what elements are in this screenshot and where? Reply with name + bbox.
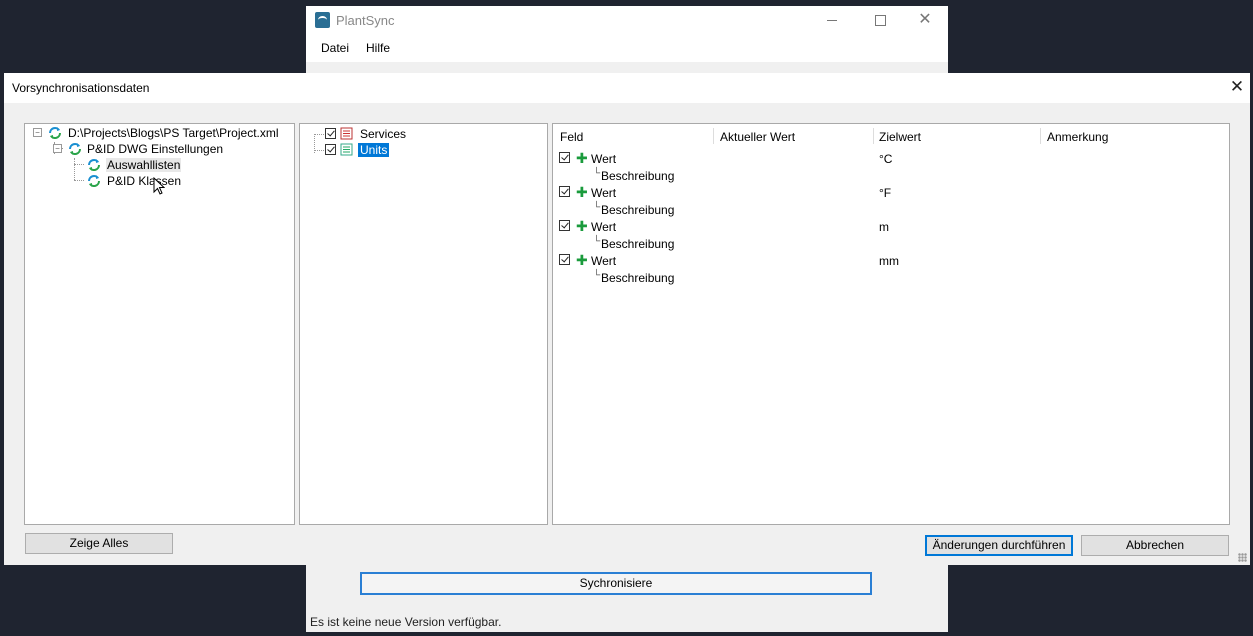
row-checkbox[interactable] — [559, 254, 570, 265]
row-field: Wert — [591, 152, 617, 166]
apply-changes-button[interactable]: Änderungen durchführen — [925, 535, 1073, 556]
tree-expander[interactable]: − — [33, 128, 42, 137]
column-header-anmerkung[interactable]: Anmerkung — [1047, 130, 1108, 144]
tree-item-pid-klassen[interactable]: P&ID Klassen — [107, 174, 181, 188]
column-separator — [873, 128, 874, 144]
row-sub-field: Beschreibung — [601, 203, 675, 217]
tree-root-label[interactable]: D:\Projects\Blogs\PS Target\Project.xml — [68, 126, 279, 140]
tree-connector — [74, 180, 84, 181]
cancel-button[interactable]: Abbrechen — [1081, 535, 1229, 556]
column-separator — [713, 128, 714, 144]
category-tree-pane[interactable]: Services Units — [299, 123, 548, 525]
tree-connector — [314, 134, 324, 135]
row-target-value: mm — [879, 254, 899, 268]
plantsync-menubar: Datei Hilfe — [306, 36, 948, 62]
plantsync-app-icon — [315, 12, 330, 28]
sync-icon — [49, 127, 61, 139]
close-icon[interactable]: ✕ — [1226, 76, 1248, 98]
row-field: Wert — [591, 220, 617, 234]
tree-connector — [74, 164, 84, 165]
show-all-button[interactable]: Zeige Alles — [25, 533, 173, 554]
status-text: Es ist keine neue Version verfügbar. — [310, 615, 502, 629]
row-field: Wert — [591, 186, 617, 200]
row-target-value: m — [879, 220, 889, 234]
add-icon: ✚ — [576, 184, 588, 200]
sub-row-prefix: └ — [593, 202, 601, 213]
sync-icon — [69, 143, 81, 155]
tree-item-units[interactable]: Units — [358, 143, 390, 157]
list-icon — [340, 127, 353, 140]
presync-dialog: Vorsynchronisationsdaten ✕ − D:\Projects… — [4, 73, 1250, 565]
row-sub-field: Beschreibung — [601, 237, 675, 251]
sync-icon — [88, 175, 100, 187]
services-checkbox[interactable] — [325, 128, 336, 139]
tree-connector — [314, 150, 324, 151]
sub-row-prefix: └ — [593, 236, 601, 247]
row-checkbox[interactable] — [559, 152, 570, 163]
column-separator — [1040, 128, 1041, 144]
dialog-titlebar[interactable]: Vorsynchronisationsdaten ✕ — [4, 73, 1250, 103]
plantsync-title: PlantSync — [336, 13, 395, 28]
tree-item-services[interactable]: Services — [360, 127, 406, 141]
column-header-feld[interactable]: Feld — [560, 130, 583, 144]
sub-row-prefix: └ — [593, 270, 601, 281]
row-field: Wert — [591, 254, 617, 268]
column-header-aktueller-wert[interactable]: Aktueller Wert — [720, 130, 795, 144]
add-icon: ✚ — [576, 252, 588, 268]
row-sub-field: Beschreibung — [601, 271, 675, 285]
dialog-title: Vorsynchronisationsdaten — [12, 81, 150, 95]
row-target-value: °C — [879, 152, 893, 166]
list-icon — [340, 143, 353, 156]
row-checkbox[interactable] — [559, 186, 570, 197]
minimize-icon[interactable] — [818, 10, 846, 30]
sub-row-prefix: └ — [593, 168, 601, 179]
row-checkbox[interactable] — [559, 220, 570, 231]
maximize-icon[interactable] — [866, 10, 894, 30]
mouse-cursor-icon — [153, 177, 165, 195]
sync-icon — [88, 159, 100, 171]
column-header-zielwert[interactable]: Zielwert — [879, 130, 921, 144]
add-icon: ✚ — [576, 218, 588, 234]
menu-hilfe[interactable]: Hilfe — [366, 41, 390, 55]
row-target-value: °F — [879, 186, 892, 200]
add-icon: ✚ — [576, 150, 588, 166]
tree-expander[interactable]: − — [53, 144, 62, 153]
synchronize-button[interactable]: Sychronisiere — [360, 572, 872, 595]
resize-grip-icon[interactable] — [1238, 553, 1247, 562]
changes-grid[interactable]: Feld Aktueller Wert Zielwert Anmerkung ✚… — [552, 123, 1230, 525]
tree-item-pid-dwg-settings[interactable]: P&ID DWG Einstellungen — [87, 142, 223, 156]
close-icon[interactable]: ✕ — [911, 10, 939, 30]
row-sub-field: Beschreibung — [601, 169, 675, 183]
tree-item-auswahllisten[interactable]: Auswahllisten — [106, 158, 182, 172]
tree-connector — [74, 158, 75, 180]
menu-datei[interactable]: Datei — [321, 41, 349, 55]
plantsync-titlebar[interactable]: PlantSync ✕ — [306, 6, 948, 36]
units-checkbox[interactable] — [325, 144, 336, 155]
